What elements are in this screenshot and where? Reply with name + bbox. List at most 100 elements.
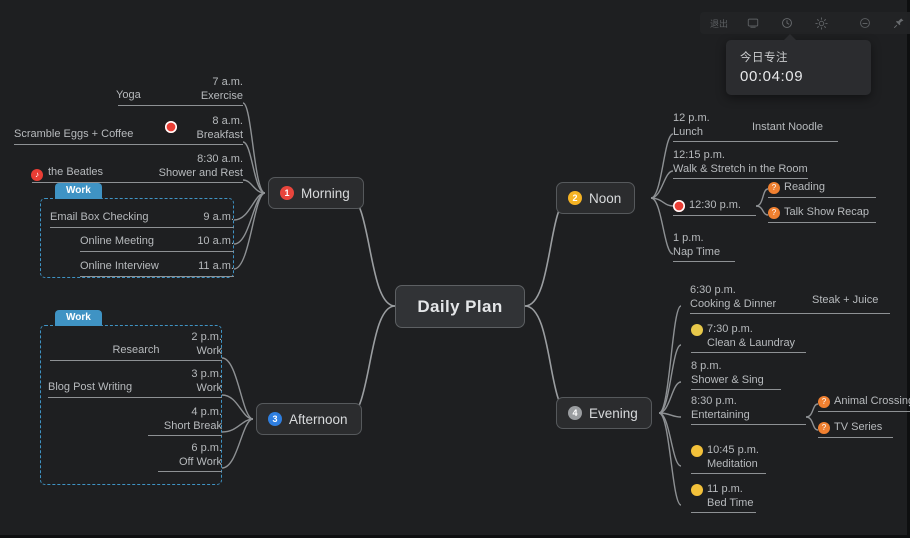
branch-node-noon[interactable]: 2 Noon [556, 182, 636, 214]
leaf-time: 8 a.m. [212, 115, 243, 127]
leaf-underline [50, 359, 222, 361]
leaf-time: 4 p.m. [191, 406, 222, 418]
leaf-evening-4-child-2[interactable]: ? TV Series [818, 421, 893, 438]
yellow-emoji-icon [691, 483, 703, 496]
child-label: Talk Show Recap [784, 206, 869, 218]
side-label-yoga[interactable]: Yoga [116, 89, 141, 101]
leaf-afternoon-2-label[interactable]: Blog Post Writing [48, 381, 222, 398]
leaf-noon-4[interactable]: 1 p.m. Nap Time [673, 232, 735, 263]
leaf-afternoon-1-label[interactable]: Research [50, 344, 222, 361]
branch-label-noon: Noon [589, 190, 622, 206]
root-node[interactable]: Daily Plan [395, 285, 525, 328]
leaf-evening-4[interactable]: 8:30 p.m. Entertaining [691, 395, 806, 426]
leaf-underline [118, 105, 243, 107]
branch-label-evening: Evening [589, 405, 638, 421]
presentation-icon[interactable] [736, 14, 770, 32]
leaf-underline [818, 436, 893, 438]
leaf-time: 11 p.m. [707, 483, 743, 495]
group-tag-work: Work [55, 310, 102, 326]
leaf-noon-3-child-2[interactable]: ? Talk Show Recap [768, 206, 876, 223]
leaf-time: 7:30 p.m. [707, 323, 753, 335]
branch-node-evening[interactable]: 4 Evening [556, 397, 652, 429]
orange-question-icon: ? [768, 181, 780, 194]
leaf-evening-4-child-1[interactable]: ? Animal Crossing [818, 395, 910, 412]
leaf-underline [673, 214, 756, 216]
leaf-task: Meditation [707, 457, 758, 470]
leaf-underline [148, 435, 222, 437]
leaf-time: 8:30 p.m. [691, 395, 737, 407]
leaf-work-am-3[interactable]: Online Interview 11 a.m. [80, 260, 234, 277]
badge-evening: 4 [568, 406, 582, 420]
leaf-afternoon-3[interactable]: 4 p.m. Short Break [148, 406, 222, 437]
clock-icon[interactable] [770, 14, 804, 32]
leaf-time: 3 p.m. [191, 368, 222, 380]
leaf-underline [690, 313, 890, 315]
branch-node-morning[interactable]: 1 Morning [268, 177, 364, 209]
leaf-evening-6[interactable]: 11 p.m. Bed Time [691, 483, 756, 514]
root-title: Daily Plan [417, 296, 503, 316]
focus-timer-tooltip: 今日专注 00:04:09 [726, 34, 871, 95]
exit-label: 退出 [709, 18, 728, 29]
side-label-breakfast: Scramble Eggs + Coffee [14, 128, 134, 140]
leaf-underline [691, 424, 806, 426]
leaf-afternoon-4[interactable]: 6 p.m. Off Work [158, 442, 222, 473]
leaf-underline [691, 512, 756, 514]
music-note-icon: ♪ [31, 162, 47, 181]
side-label-blog: Blog Post Writing [48, 381, 133, 393]
leaf-time: 7 a.m. [212, 76, 243, 88]
exit-button[interactable]: 退出 [702, 14, 736, 32]
orange-question-icon: ? [818, 421, 830, 434]
mindmap-canvas[interactable]: 退出 今日专注 00:04:09 Daily Plan 1 Morning 3 [0, 0, 910, 538]
leaf-underline [691, 473, 766, 475]
leaf-underline [673, 141, 838, 143]
focus-timer-value: 00:04:09 [740, 68, 804, 85]
leaf-task: Nap Time [673, 245, 721, 258]
focus-timer-label: 今日专注 [740, 52, 788, 64]
leaf-work-am-1[interactable]: Email Box Checking 9 a.m. [50, 211, 234, 228]
branch-label-morning: Morning [301, 185, 350, 201]
leaf-task: Shower & Sing [691, 373, 764, 386]
leaf-underline [50, 226, 234, 228]
leaf-task: Online Interview [80, 260, 159, 272]
teal-emoji-icon [691, 323, 703, 336]
leaf-task: Email Box Checking [50, 211, 149, 223]
leaf-time: 1 p.m. [673, 232, 704, 244]
leaf-task: Entertaining [691, 408, 750, 421]
leaf-underline [673, 261, 735, 263]
pin-icon[interactable] [882, 14, 910, 32]
mood-icon[interactable] [848, 14, 882, 32]
leaf-noon-3[interactable]: 12:30 p.m. [673, 199, 756, 216]
leaf-time: 12:30 p.m. [689, 199, 741, 211]
leaf-time: 6 p.m. [191, 442, 222, 454]
branch-node-afternoon[interactable]: 3 Afternoon [256, 403, 362, 435]
leaf-underline [818, 410, 910, 412]
leaf-evening-2[interactable]: 7:30 p.m. Clean & Laundray [691, 323, 806, 354]
detail-steak-juice[interactable]: Steak + Juice [812, 294, 878, 306]
leaf-task: Clean & Laundray [707, 336, 796, 349]
leaf-evening-5[interactable]: 10:45 p.m. Meditation [691, 444, 766, 475]
leaf-underline [80, 275, 234, 277]
leaf-noon-2[interactable]: 12:15 p.m. Walk & Stretch in the Room [673, 149, 808, 180]
leaf-morning-2-label[interactable]: Scramble Eggs + Coffee [14, 128, 243, 145]
leaf-task: Walk & Stretch in the Room [673, 162, 808, 175]
branch-label-afternoon: Afternoon [289, 411, 348, 427]
leaf-time: 2 p.m. [191, 331, 222, 343]
leaf-time: 11 a.m. [198, 260, 234, 272]
leaf-underline [768, 196, 876, 198]
badge-afternoon: 3 [268, 412, 282, 426]
leaf-morning-3-label[interactable]: the Beatles [32, 166, 243, 183]
leaf-noon-3-child-1[interactable]: ? Reading [768, 181, 876, 198]
leaf-underline [14, 143, 243, 145]
leaf-work-am-2[interactable]: Online Meeting 10 a.m. [80, 235, 234, 252]
leaf-underline [80, 250, 234, 252]
detail-instant-noodle[interactable]: Instant Noodle [752, 121, 823, 133]
leaf-time: 10 a.m. [197, 235, 234, 247]
leaf-evening-3[interactable]: 8 p.m. Shower & Sing [691, 360, 781, 391]
top-toolbar[interactable]: 退出 [700, 12, 910, 34]
child-label: TV Series [834, 421, 883, 433]
brightness-icon[interactable] [804, 14, 838, 32]
side-label-research: Research [112, 344, 160, 356]
group-tag-work: Work [55, 183, 102, 199]
child-label: Reading [784, 181, 825, 193]
leaf-underline [673, 178, 808, 180]
